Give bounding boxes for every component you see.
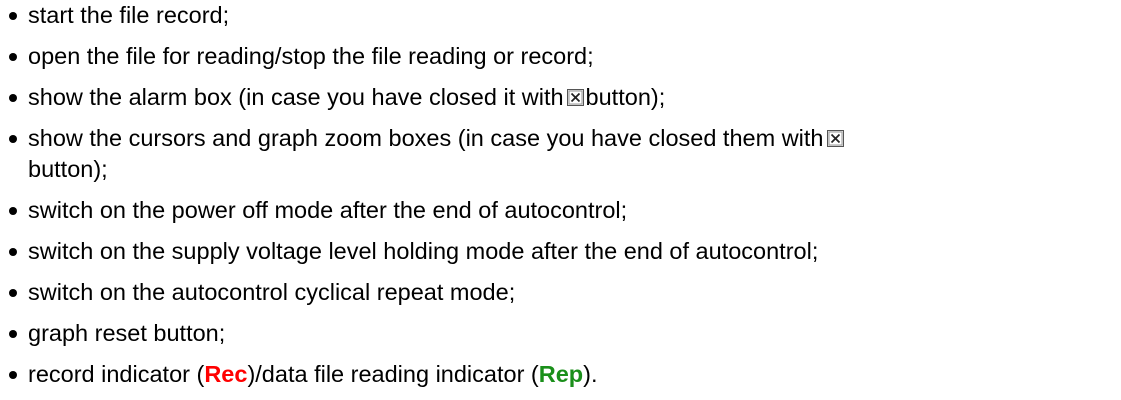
- item-text-end: ).: [583, 361, 598, 387]
- list-item: switch on the supply voltage level holdi…: [0, 236, 1121, 267]
- item-text: switch on the autocontrol cyclical repea…: [28, 279, 516, 305]
- list-item: record indicator (Rec)/data file reading…: [0, 359, 1121, 390]
- item-text: switch on the power off mode after the e…: [28, 197, 628, 223]
- item-text: switch on the supply voltage level holdi…: [28, 238, 819, 264]
- bullet-icon: [9, 135, 17, 143]
- item-text-end: button);: [585, 84, 666, 110]
- bullet-icon: [9, 12, 17, 20]
- bullet-icon: [9, 248, 17, 256]
- list-item: show the alarm box (in case you have clo…: [0, 82, 1121, 113]
- rec-indicator-label: Rec: [204, 361, 248, 387]
- item-text: show the alarm box (in case you have clo…: [28, 84, 564, 110]
- list-item: graph reset button;: [0, 318, 1121, 349]
- item-text: show the cursors and graph zoom boxes (i…: [28, 125, 824, 151]
- list-item: switch on the autocontrol cyclical repea…: [0, 277, 1121, 308]
- item-text: record indicator (: [28, 361, 205, 387]
- close-box-icon: [566, 89, 584, 106]
- bullet-icon: [9, 53, 17, 61]
- bullet-icon: [9, 371, 17, 379]
- item-text: graph reset button;: [28, 320, 226, 346]
- item-text: start the file record;: [28, 2, 230, 28]
- bullet-icon: [9, 94, 17, 102]
- close-box-icon: [826, 130, 844, 147]
- feature-list: start the file record; open the file for…: [0, 0, 1121, 400]
- list-item: show the cursors and graph zoom boxes (i…: [0, 123, 1121, 185]
- item-text: open the file for reading/stop the file …: [28, 43, 594, 69]
- list-item: switch on the power off mode after the e…: [0, 195, 1121, 226]
- list-item: start the file record;: [0, 0, 1121, 31]
- rep-indicator-label: Rep: [538, 361, 584, 387]
- bullet-icon: [9, 289, 17, 297]
- bullet-icon: [9, 207, 17, 215]
- list-item: open the file for reading/stop the file …: [0, 41, 1121, 72]
- item-text-end: button);: [28, 156, 108, 182]
- bullet-icon: [9, 330, 17, 338]
- item-text-middle: )/data file reading indicator (: [247, 361, 539, 387]
